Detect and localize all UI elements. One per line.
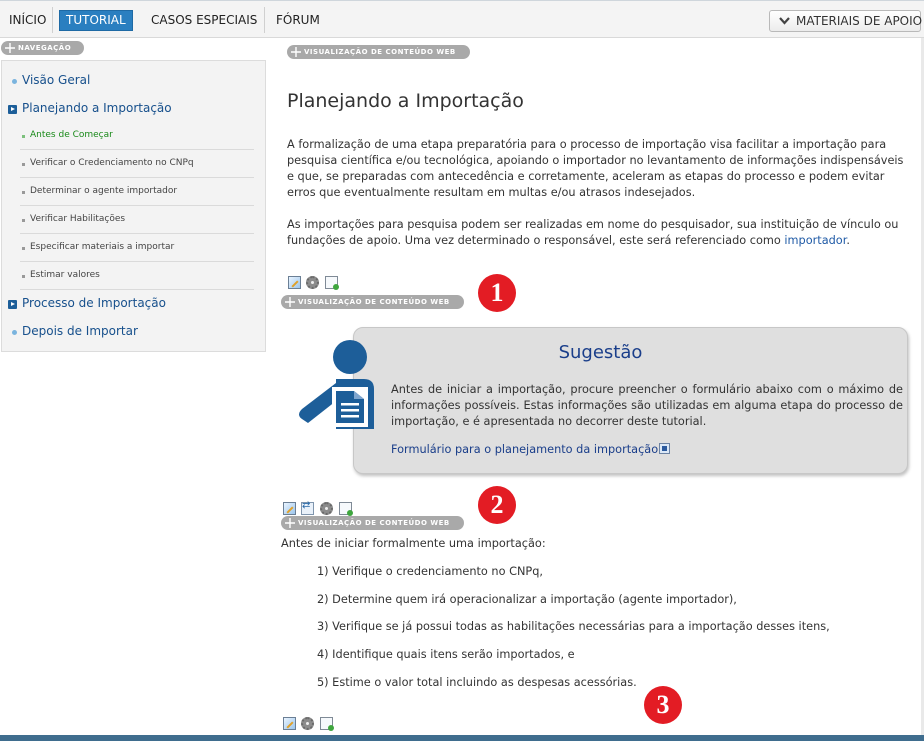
- suggestion-title: Sugestão: [558, 342, 643, 363]
- portlet-title: VISUALIZAÇÃO DE CONTEÚDO WEB: [298, 519, 450, 527]
- suggestion-text: Antes de iniciar a importação, procure p…: [391, 383, 903, 428]
- move-icon: [5, 43, 15, 53]
- planning-form-link[interactable]: Formulário para o planejamento da import…: [391, 443, 671, 456]
- sidebar-subitem-antes-de-comecar[interactable]: Antes de Começar: [2, 130, 265, 142]
- suggestion-box: Sugestão Antes de iniciar a importação, …: [353, 327, 908, 474]
- sidebar-subitem-estimar-valores[interactable]: Estimar valores: [2, 270, 265, 282]
- tab-divider: [52, 7, 53, 33]
- divider: [20, 205, 254, 206]
- tab-forum[interactable]: FÓRUM: [270, 10, 326, 31]
- list-item: 2) Determine quem irá operacionalizar a …: [317, 593, 737, 606]
- portlet-title: NAVEGAÇÃO: [18, 44, 72, 52]
- edit-icon[interactable]: [288, 276, 301, 289]
- sidebar-item-label: Visão Geral: [22, 73, 91, 87]
- add-document-icon[interactable]: [320, 717, 334, 731]
- materials-dropdown-button[interactable]: MATERIAIS DE APOIO: [769, 10, 923, 32]
- step-badge-1: 1: [478, 274, 516, 312]
- sidebar-item-planejando[interactable]: Planejando a Importação: [2, 101, 265, 117]
- portlet-toolbar: [283, 500, 355, 516]
- tab-casos-especiais[interactable]: CASOS ESPECIAIS: [145, 10, 263, 31]
- intro-paragraph: A formalização de uma etapa preparatória…: [287, 138, 904, 199]
- sidebar-item-label: Processo de Importação: [22, 296, 166, 310]
- paragraph-end: .: [846, 234, 850, 247]
- word-document-icon: [659, 443, 671, 454]
- footer-bar: [0, 735, 924, 741]
- sidebar-item-visao-geral[interactable]: Visão Geral: [2, 73, 265, 89]
- sidebar-subitem-label: Estimar valores: [30, 270, 100, 280]
- divider: [20, 149, 254, 150]
- list-item: 3) Verifique se já possui todas as habil…: [317, 620, 830, 633]
- tab-tutorial[interactable]: TUTORIAL: [59, 10, 133, 31]
- web-content-portlet-handle[interactable]: VISUALIZAÇÃO DE CONTEÚDO WEB: [281, 295, 464, 309]
- divider: [20, 261, 254, 262]
- sidebar-subitem-label: Especificar materiais a importar: [30, 242, 175, 252]
- tab-divider: [264, 7, 265, 33]
- sidebar-subitem-agente-importador[interactable]: Determinar o agente importador: [2, 186, 265, 198]
- page-title: Planejando a Importação: [287, 90, 524, 112]
- sidebar-subitem-credenciamento[interactable]: Verificar o Credenciamento no CNPq: [2, 158, 265, 170]
- divider: [20, 233, 254, 234]
- navigation-portlet-handle[interactable]: NAVEGAÇÃO: [1, 41, 84, 55]
- second-paragraph: As importações para pesquisa podem ser r…: [287, 217, 905, 249]
- sidebar-item-label: Planejando a Importação: [22, 101, 172, 115]
- sidebar-subitem-label: Determinar o agente importador: [30, 186, 178, 196]
- sidebar-navigation: Visão Geral Planejando a Importação Ante…: [1, 60, 266, 352]
- portlet-toolbar: [283, 717, 343, 731]
- portlet-toolbar: [288, 276, 348, 290]
- edit-icon[interactable]: [283, 717, 296, 730]
- add-document-icon[interactable]: [339, 502, 353, 516]
- materials-button-label: MATERIAIS DE APOIO: [796, 14, 923, 28]
- form-link-label: Formulário para o planejamento da import…: [391, 443, 659, 456]
- move-icon: [285, 297, 295, 307]
- step-badge-2: 2: [478, 486, 516, 524]
- gear-icon[interactable]: [306, 276, 319, 289]
- list-item: 4) Identifique quais itens serão importa…: [317, 648, 575, 661]
- person-document-icon: [299, 340, 374, 429]
- sub-bullet-icon: [22, 135, 25, 138]
- sidebar-subitem-label: Verificar o Credenciamento no CNPq: [30, 158, 194, 168]
- divider: [20, 177, 254, 178]
- swap-icon[interactable]: [301, 500, 314, 515]
- list-item: 1) Verifique o credenciamento no CNPq,: [317, 565, 543, 578]
- sub-bullet-icon: [22, 247, 25, 250]
- list-item: 5) Estime o valor total incluindo as des…: [317, 676, 637, 689]
- sidebar-subitem-label: Verificar Habilitações: [30, 214, 126, 224]
- tab-inicio[interactable]: INÍCIO: [3, 10, 52, 31]
- move-icon: [285, 518, 295, 528]
- move-icon: [291, 47, 301, 57]
- sidebar-item-depois[interactable]: Depois de Importar: [2, 324, 265, 340]
- sub-bullet-icon: [22, 163, 25, 166]
- sidebar-subitem-habilitacoes[interactable]: Verificar Habilitações: [2, 214, 265, 226]
- steps-intro: Antes de iniciar formalmente uma importa…: [281, 537, 546, 550]
- sidebar-subitem-materiais[interactable]: Especificar materiais a importar: [2, 242, 265, 254]
- sub-bullet-icon: [22, 219, 25, 222]
- importador-link[interactable]: importador: [784, 234, 846, 247]
- bullet-icon: [12, 79, 17, 84]
- gear-icon[interactable]: [320, 502, 333, 515]
- expand-arrow-icon: [8, 105, 17, 114]
- top-navigation-bar: INÍCIO TUTORIAL CASOS ESPECIAIS FÓRUM MA…: [0, 0, 924, 38]
- sub-bullet-icon: [22, 275, 25, 278]
- web-content-portlet-handle[interactable]: VISUALIZAÇÃO DE CONTEÚDO WEB: [281, 516, 464, 530]
- add-document-icon[interactable]: [325, 276, 339, 290]
- portlet-title: VISUALIZAÇÃO DE CONTEÚDO WEB: [304, 48, 456, 56]
- expand-arrow-icon: [8, 300, 17, 309]
- step-badge-3: 3: [644, 686, 682, 724]
- bullet-icon: [12, 330, 17, 335]
- divider: [20, 289, 254, 290]
- sidebar-item-processo[interactable]: Processo de Importação: [2, 296, 265, 312]
- chevron-down-icon: [779, 17, 790, 25]
- edit-icon[interactable]: [283, 502, 296, 515]
- sidebar-subitem-label: Antes de Começar: [30, 130, 113, 140]
- web-content-portlet-handle[interactable]: VISUALIZAÇÃO DE CONTEÚDO WEB: [287, 45, 470, 59]
- sub-bullet-icon: [22, 191, 25, 194]
- sidebar-item-label: Depois de Importar: [22, 324, 138, 338]
- gear-icon[interactable]: [301, 717, 314, 730]
- portlet-title: VISUALIZAÇÃO DE CONTEÚDO WEB: [298, 298, 450, 306]
